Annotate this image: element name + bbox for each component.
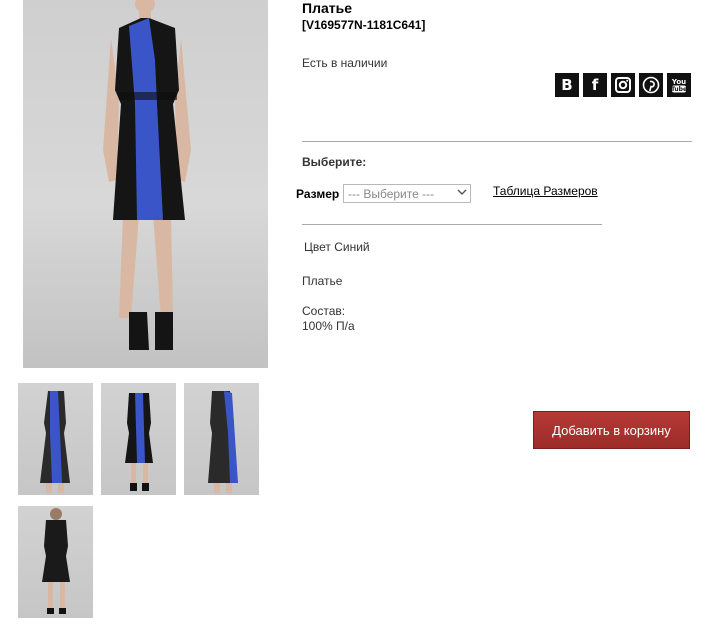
facebook-icon[interactable]: f (583, 73, 607, 97)
choose-options-label: Выберите: (302, 155, 367, 169)
size-label: Размер (296, 187, 340, 201)
stock-status: Есть в наличии (302, 56, 388, 70)
divider (302, 141, 692, 142)
thumbnail-image[interactable] (184, 383, 259, 495)
thumbnail-image[interactable] (101, 383, 176, 495)
thumbnail-image[interactable] (18, 506, 93, 618)
youtube-icon[interactable]: You Tube (667, 73, 691, 97)
size-table-link[interactable]: Таблица Размеров (493, 184, 598, 198)
composition-value: 100% П/а (302, 319, 355, 333)
composition-label: Состав: (302, 304, 346, 318)
color-text: Цвет Синий (304, 240, 370, 254)
thumbnail-image[interactable] (18, 383, 93, 495)
size-select[interactable]: --- Выберите --- (343, 184, 471, 203)
size-select-value: --- Выберите --- (348, 187, 435, 201)
instagram-icon[interactable] (611, 73, 635, 97)
svg-text:Tube: Tube (671, 86, 687, 93)
divider (302, 224, 602, 225)
pinterest-icon[interactable] (639, 73, 663, 97)
chevron-down-icon (457, 189, 467, 195)
svg-text:You: You (671, 78, 686, 86)
product-title: Платье (302, 0, 352, 16)
product-sku: [V169577N-1181C641] (302, 18, 426, 32)
add-to-cart-button[interactable]: Добавить в корзину (533, 411, 690, 449)
product-description: Платье (302, 274, 343, 288)
main-product-image (23, 0, 268, 368)
vk-icon[interactable]: B (555, 73, 579, 97)
